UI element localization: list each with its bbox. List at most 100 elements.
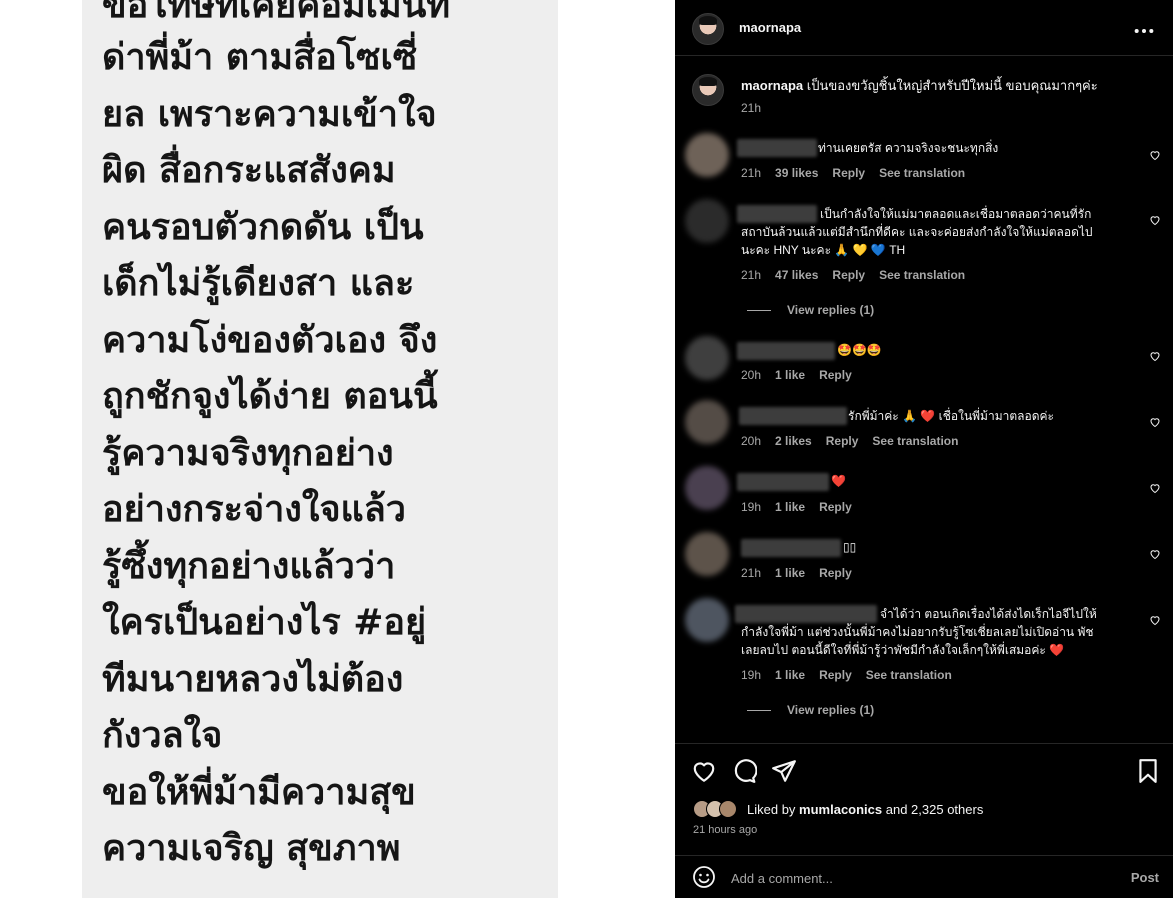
comment-likes[interactable]: 1 like (775, 500, 805, 514)
avatar[interactable] (685, 532, 729, 576)
comment-meta: 19h 1 like Reply (741, 500, 866, 514)
blurred-username[interactable] (737, 342, 835, 360)
image-text-line: ผิด สื่อกระแสสังคม (102, 150, 396, 191)
reply-button[interactable]: Reply (819, 368, 852, 382)
comment-time: 19h (741, 668, 762, 682)
image-text-line: ความโง่ของตัวเอง จึง (102, 320, 438, 361)
caption-text: เป็นของขวัญชิ้นใหญ่สำหรับปีใหม่นี้ ขอบคุ… (806, 78, 1098, 93)
image-text-line: คนรอบตัวกดดัน เป็น (102, 207, 424, 248)
comment-input[interactable] (731, 868, 1091, 888)
comment-text: รักพี่ม้าค่ะ 🙏 ❤️ เชื่อในพี่ม้ามาตลอดค่ะ (848, 409, 1054, 423)
image-text-line: ความเจริญ สุขภาพ (102, 828, 401, 869)
image-text-line: รู้ซึ้งทุกอย่างแล้วว่า (102, 546, 396, 587)
comment-text: เป็นกำลังใจให้แม่มาตลอดและเชื่อมาตลอดว่า… (820, 207, 1092, 221)
avatar[interactable] (685, 199, 729, 243)
avatar[interactable] (719, 800, 737, 818)
comment-likes[interactable]: 1 like (775, 368, 805, 382)
post-header: maornapa (675, 0, 1173, 56)
post-sidebar: maornapa maornapa เป็นของขวัญชิ้นใหญ่สำห… (675, 0, 1173, 898)
comment-text: 🤩🤩🤩 (837, 343, 882, 357)
post-image: ขอโทษที่เคยคอมเมนท์ ด่าพี่ม้า ตามสื่อโซเ… (82, 0, 558, 898)
view-replies-button[interactable]: View replies (1) (747, 303, 874, 317)
see-translation-button[interactable]: See translation (866, 668, 952, 682)
comment-likes[interactable]: 47 likes (775, 268, 818, 282)
image-text-line: ใครเป็นอย่างไร #อยู่ (102, 602, 427, 643)
post-time: 21 hours ago (693, 824, 758, 836)
avatar[interactable] (685, 466, 729, 510)
post-button[interactable]: Post (1131, 870, 1159, 885)
comment-time: 19h (741, 500, 762, 514)
avatar[interactable] (692, 13, 724, 45)
reply-button[interactable]: Reply (832, 268, 865, 282)
heart-icon[interactable] (1149, 482, 1161, 494)
comment-likes[interactable]: 2 likes (775, 434, 812, 448)
avatar[interactable] (685, 133, 729, 177)
see-translation-button[interactable]: See translation (879, 166, 965, 180)
see-translation-button[interactable]: See translation (872, 434, 958, 448)
comment-meta: 20h 1 like Reply (741, 368, 866, 382)
comment-time: 20h (741, 434, 762, 448)
blurred-username[interactable] (735, 605, 877, 623)
image-text-line: ขอโทษที่เคยคอมเมนท์ (102, 0, 451, 26)
blurred-username[interactable] (737, 205, 817, 223)
comment-time: 21h (741, 166, 762, 180)
reply-button[interactable]: Reply (826, 434, 859, 448)
comment-text: เลยลบไป ตอนนี้ดีใจที่พี่ม้ารู้ว่าพัชมีกำ… (741, 643, 1065, 657)
avatar[interactable] (692, 74, 724, 106)
caption-username[interactable]: maornapa (741, 78, 803, 93)
comment-text: ท่านเคยตรัส ความจริงจะชนะทุกสิ่ง (818, 141, 999, 155)
avatar[interactable] (685, 598, 729, 642)
view-replies-button[interactable]: View replies (1) (747, 703, 874, 717)
comments-list[interactable]: maornapa เป็นของขวัญชิ้นใหญ่สำหรับปีใหม่… (675, 57, 1173, 743)
caption-time: 21h (741, 101, 762, 115)
image-text-line: ทีมนายหลวงไม่ต้อง (102, 659, 404, 700)
blurred-username[interactable] (737, 139, 817, 157)
reply-button[interactable]: Reply (819, 668, 852, 682)
liked-by-username[interactable]: mumlaconics (799, 802, 882, 817)
blurred-username[interactable] (741, 539, 841, 557)
see-translation-button[interactable]: See translation (879, 268, 965, 282)
comment-text: กำลังใจพี่ม้า แต่ช่วงนั้นพี่ม้าคงไม่อยาก… (741, 625, 1094, 639)
reply-button[interactable]: Reply (832, 166, 865, 180)
comment-text: ▯▯ (843, 540, 857, 554)
comment-meta: 21h 39 likes Reply See translation (741, 166, 979, 180)
avatar[interactable] (685, 336, 729, 380)
comment-time: 21h (741, 268, 762, 282)
comment-meta: 19h 1 like Reply See translation (741, 668, 966, 682)
comment-meta: 20h 2 likes Reply See translation (741, 434, 972, 448)
heart-icon[interactable] (1149, 614, 1161, 626)
blurred-username[interactable] (737, 473, 829, 491)
reply-button[interactable]: Reply (819, 500, 852, 514)
comment-text: สถาบันล้วนแล้วแต่มีสำนึกที่ดีคะ และจะค่อ… (741, 225, 1093, 239)
heart-icon[interactable] (1149, 548, 1161, 560)
share-icon[interactable] (771, 758, 797, 784)
add-comment-bar: Post (675, 855, 1173, 898)
bookmark-icon[interactable] (1135, 758, 1161, 784)
header-username[interactable]: maornapa (739, 20, 801, 35)
image-text-line: อย่างกระจ่างใจแล้ว (102, 489, 407, 530)
likes-prefix: Liked by (747, 802, 800, 817)
screenshot-root: ขอโทษที่เคยคอมเมนท์ ด่าพี่ม้า ตามสื่อโซเ… (0, 0, 1173, 898)
image-text-line: ถูกชักจูงได้ง่าย ตอนนี้ (102, 376, 438, 417)
post-caption: maornapa เป็นของขวัญชิ้นใหญ่สำหรับปีใหม่… (741, 77, 1151, 94)
avatar[interactable] (685, 400, 729, 444)
emoji-icon[interactable] (692, 865, 716, 889)
image-text-line: ด่าพี่ม้า ตามสื่อโซเซี่ (102, 37, 418, 78)
likes-summary: Liked by mumlaconics and 2,325 others (747, 802, 983, 817)
heart-icon[interactable] (691, 758, 717, 784)
reply-button[interactable]: Reply (819, 566, 852, 580)
comment-likes[interactable]: 39 likes (775, 166, 818, 180)
heart-icon[interactable] (1149, 214, 1161, 226)
comment-likes[interactable]: 1 like (775, 668, 805, 682)
more-icon[interactable] (1133, 24, 1155, 38)
comment-meta: 21h 47 likes Reply See translation (741, 268, 979, 282)
comment-icon[interactable] (731, 758, 757, 784)
comment-likes[interactable]: 1 like (775, 566, 805, 580)
image-text-line: ยล เพราะความเข้าใจ (102, 94, 437, 135)
heart-icon[interactable] (1149, 350, 1161, 362)
post-actions: Liked by mumlaconics and 2,325 others 21… (675, 743, 1173, 855)
heart-icon[interactable] (1149, 149, 1161, 161)
blurred-username[interactable] (739, 407, 847, 425)
heart-icon[interactable] (1149, 416, 1161, 428)
likes-others[interactable]: and 2,325 others (882, 802, 984, 817)
